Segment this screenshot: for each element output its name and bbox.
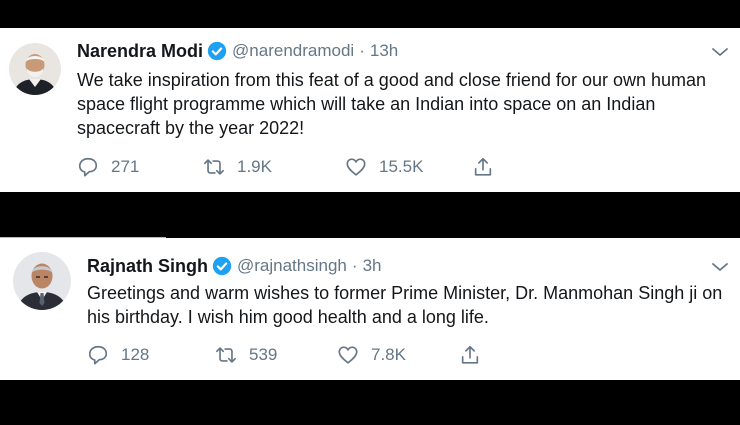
- tweet-header: Rajnath Singh @rajnathsingh · 3h: [87, 254, 381, 278]
- like-button[interactable]: 7.8K: [337, 342, 459, 368]
- timestamp[interactable]: 13h: [370, 41, 398, 61]
- author-name[interactable]: Rajnath Singh: [87, 256, 208, 277]
- retweet-icon: [204, 159, 224, 175]
- chevron-down-icon[interactable]: [710, 45, 730, 59]
- tweet-actions: 271 1.9K 15.5K: [77, 154, 506, 180]
- author-name[interactable]: Narendra Modi: [77, 41, 203, 62]
- share-icon: [461, 345, 479, 364]
- tweet-text: We take inspiration from this feat of a …: [77, 70, 707, 138]
- reply-count: 128: [121, 345, 150, 364]
- tweet-actions: 128 539 7.8K: [87, 342, 493, 368]
- reply-icon: [78, 157, 98, 177]
- author-handle[interactable]: @narendramodi: [232, 41, 354, 61]
- reply-button[interactable]: 128: [87, 342, 215, 368]
- like-button[interactable]: 15.5K: [345, 154, 472, 180]
- retweet-button[interactable]: 539: [215, 342, 337, 368]
- retweet-button[interactable]: 1.9K: [203, 154, 345, 180]
- verified-badge-icon: [212, 256, 232, 276]
- tweet-card[interactable]: Narendra Modi @narendramodi · 13h We tak…: [0, 28, 740, 192]
- tweet-text: Greetings and warm wishes to former Prim…: [87, 283, 723, 327]
- retweet-icon: [216, 347, 236, 363]
- separator-dot: ·: [359, 41, 365, 60]
- like-count: 15.5K: [379, 157, 424, 176]
- verified-badge-icon: [207, 41, 227, 61]
- chevron-down-icon[interactable]: [710, 260, 730, 274]
- tweet-header: Narendra Modi @narendramodi · 13h: [77, 39, 398, 63]
- avatar[interactable]: [9, 43, 61, 95]
- retweet-count: 1.9K: [237, 157, 272, 176]
- heart-icon: [346, 158, 366, 176]
- timestamp[interactable]: 3h: [363, 256, 382, 276]
- avatar[interactable]: [13, 252, 71, 310]
- share-button[interactable]: [459, 342, 493, 368]
- share-button[interactable]: [472, 154, 506, 180]
- author-handle[interactable]: @rajnathsingh: [237, 256, 347, 276]
- separator-dot: ·: [351, 256, 358, 275]
- heart-icon: [338, 346, 358, 364]
- tweet-card[interactable]: Rajnath Singh @rajnathsingh · 3h Greetin…: [0, 238, 740, 380]
- share-icon: [474, 157, 492, 176]
- reply-icon: [88, 345, 108, 365]
- reply-count: 271: [111, 157, 140, 176]
- like-count: 7.8K: [371, 345, 406, 364]
- retweet-count: 539: [249, 345, 278, 364]
- reply-button[interactable]: 271: [77, 154, 203, 180]
